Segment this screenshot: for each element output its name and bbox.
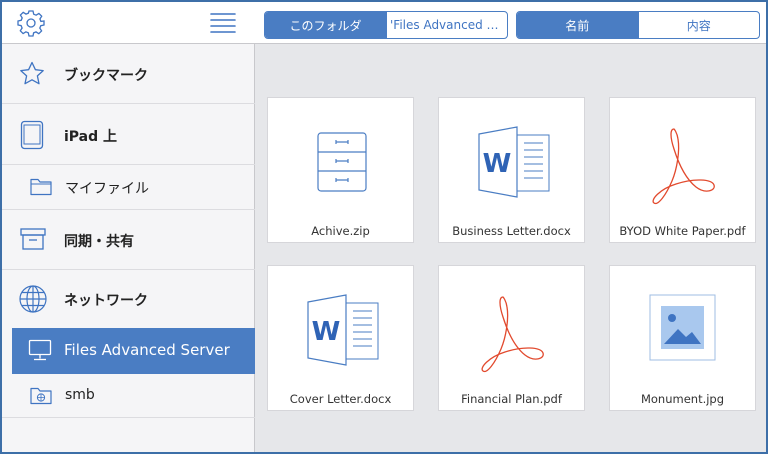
pdf-icon [481, 296, 544, 373]
file-item-cover-letter[interactable]: W Cover Letter.docx [267, 265, 414, 411]
divider [2, 417, 255, 418]
archive-cabinet-icon [317, 132, 367, 192]
file-name: Financial Plan.pdf [461, 392, 562, 406]
sidebar-item-bookmarks[interactable]: ブックマーク [2, 44, 255, 104]
file-item-monument[interactable]: Monument.jpg [609, 265, 756, 411]
file-item-financial-plan[interactable]: Financial Plan.pdf [438, 265, 585, 411]
sidebar-item-my-files[interactable]: マイファイル [2, 165, 255, 210]
sidebar-item-label: 同期・共有 [64, 234, 134, 250]
star-icon [20, 61, 44, 85]
sidebar-item-label: ブックマーク [64, 68, 148, 84]
sidebar-item-files-advanced-server[interactable]: Files Advanced Server [12, 328, 255, 374]
file-name: Achive.zip [311, 224, 370, 238]
file-item-achive-zip[interactable]: Achive.zip [267, 97, 414, 243]
network-folder-icon [30, 387, 52, 405]
archive-box-icon [20, 228, 46, 250]
folder-icon [30, 178, 52, 196]
file-name: Cover Letter.docx [289, 392, 392, 406]
sort-name-option[interactable]: 名前 [517, 12, 638, 38]
gear-icon[interactable] [16, 8, 46, 38]
ipad-icon [20, 120, 44, 150]
sidebar-item-ipad[interactable]: iPad 上 [2, 104, 255, 165]
sidebar-item-label: マイファイル [65, 181, 149, 197]
file-name: Monument.jpg [640, 392, 725, 406]
sidebar-item-network[interactable]: ネットワーク [2, 270, 255, 328]
pdf-icon [652, 128, 715, 205]
word-document-icon: W [307, 294, 379, 366]
hamburger-menu-icon[interactable] [208, 10, 238, 36]
sidebar-item-label: ネットワーク [64, 293, 148, 309]
sidebar-item-sync-share[interactable]: 同期・共有 [2, 210, 255, 270]
svg-text:W: W [483, 149, 512, 179]
svg-text:W: W [312, 317, 341, 347]
file-name: Business Letter.docx [452, 224, 571, 238]
scope-segmented-control: このフォルダ 'Files Advanced S... [264, 11, 508, 39]
scope-server-option[interactable]: 'Files Advanced S... [386, 12, 507, 38]
file-name: BYOD White Paper.pdf [619, 224, 746, 238]
sidebar: ブックマーク iPad 上 マイファイル 同期・共有 ネットワーク Files … [2, 44, 255, 452]
image-icon [649, 294, 716, 361]
file-item-byod-white-paper[interactable]: BYOD White Paper.pdf [609, 97, 756, 243]
word-document-icon: W [478, 126, 550, 198]
sidebar-item-label: iPad 上 [64, 129, 118, 145]
sort-content-option[interactable]: 内容 [637, 12, 760, 38]
file-item-business-letter[interactable]: W Business Letter.docx [438, 97, 585, 243]
globe-icon [19, 285, 47, 313]
app-window: 完了 ブックマーク iPad 上 マイファイル [2, 2, 766, 452]
sort-segmented-control: 名前 内容 [516, 11, 760, 39]
sidebar-item-label: smb [65, 387, 95, 403]
desktop-monitor-icon [28, 339, 52, 361]
scope-this-folder-option[interactable]: このフォルダ [265, 12, 386, 38]
sidebar-item-label: Files Advanced Server [64, 341, 230, 359]
sidebar-item-smb[interactable]: smb [2, 374, 255, 418]
